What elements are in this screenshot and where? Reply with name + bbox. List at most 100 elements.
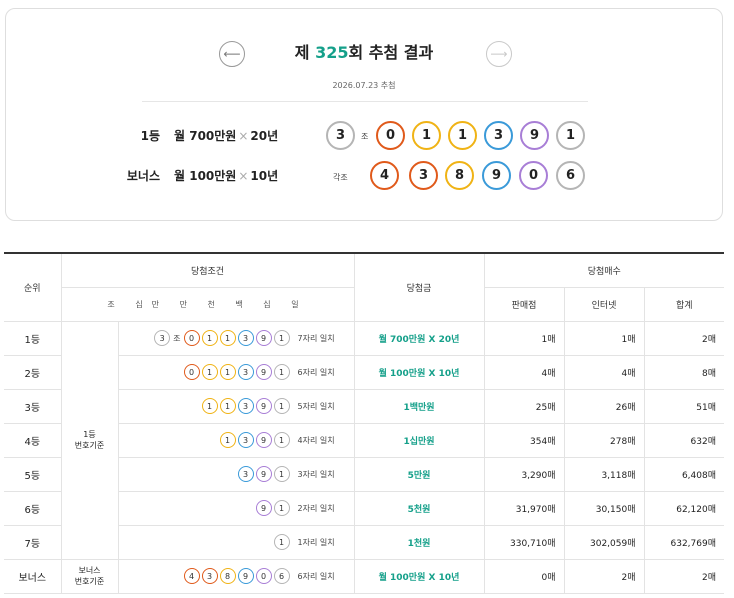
page-title: 제 325회 추첨 결과 — [6, 39, 722, 63]
number-ball: 1 — [201, 364, 218, 380]
rank-cell: 7등 — [4, 525, 61, 560]
header-store: 판매점 — [483, 287, 564, 322]
internet-count: 278매 — [563, 423, 644, 458]
number-ball: 9 — [255, 330, 272, 346]
basis-label: 1등 — [83, 430, 96, 439]
match-label: 5자리 일치 — [297, 401, 335, 411]
condition-balls: 1 1 3 9 1 5자리 일치 — [119, 398, 354, 414]
store-count: 330,710매 — [483, 525, 564, 560]
title-prefix: 제 — [294, 43, 316, 62]
times-sign: × — [238, 168, 249, 183]
internet-count: 26매 — [563, 389, 644, 424]
prize-table: 순위 당첨조건 당첨금 당첨매수 조 십만 만 천 백 십 일 판매점 인터넷 … — [4, 252, 724, 594]
draw-result-card: ⟵ 제 325회 추첨 결과 ⟶ 2026.07.23 추첨 1등 월 700만… — [5, 8, 723, 221]
condition-balls: 3 9 1 3자리 일치 — [119, 466, 354, 482]
win-ball: 1 — [448, 121, 477, 150]
bonus-ball: 0 — [519, 161, 548, 190]
number-ball: 1 — [273, 364, 290, 380]
number-ball: 1 — [273, 398, 290, 414]
rank-cell: 1등 — [4, 321, 61, 356]
condition-cell: 3 조 0 1 1 3 9 1 7자리 일치 — [117, 321, 354, 356]
win-ball: 0 — [376, 121, 405, 150]
condition-cell: 9 1 2자리 일치 — [117, 491, 354, 526]
number-ball: 1 — [201, 330, 218, 346]
table-row: 보너스 보너스 번호기준 4 3 8 9 0 6 6자리 일치 월 100만원 X 10년 0매 2매 2… — [4, 559, 724, 594]
number-ball: 3 — [237, 466, 254, 482]
store-count: 31,970매 — [483, 491, 564, 526]
condition-balls: 3 조 0 1 1 3 9 1 7자리 일치 — [119, 330, 354, 346]
draw-date: 2026.07.23 추첨 — [332, 81, 396, 90]
number-ball: 1 — [273, 466, 290, 482]
store-count: 3,290매 — [483, 457, 564, 492]
internet-count: 2매 — [563, 559, 644, 594]
bonus-prize-summary: 보너스 월 100만원 × 10년 — [100, 167, 278, 184]
header-internet: 인터넷 — [563, 287, 644, 322]
condition-cell: 1 1자리 일치 — [117, 525, 354, 560]
match-label: 6자리 일치 — [297, 571, 335, 581]
bonus-ball: 8 — [445, 161, 474, 190]
store-count: 25매 — [483, 389, 564, 424]
prize-cell: 월 700만원 X 20년 — [353, 321, 484, 356]
prize-cell: 월 100만원 X 10년 — [353, 559, 484, 594]
condition-balls: 1 3 9 1 4자리 일치 — [119, 432, 354, 448]
each-group-label: 각조 — [333, 173, 348, 182]
number-ball: 3 — [237, 330, 254, 346]
number-ball: 3 — [237, 432, 254, 448]
condition-cell: 3 9 1 3자리 일치 — [117, 457, 354, 492]
bonus-prize-rank: 보너스 — [126, 169, 160, 183]
number-ball: 1 — [219, 364, 236, 380]
number-ball: 1 — [219, 398, 236, 414]
prize-cell: 1백만원 — [353, 389, 484, 424]
total-count: 8매 — [643, 355, 724, 390]
store-count: 1매 — [483, 321, 564, 356]
right-arrow-icon: ⟶ — [490, 47, 508, 61]
number-ball: 8 — [219, 568, 236, 584]
match-label: 3자리 일치 — [297, 469, 335, 479]
bonus-prize-period: 10년 — [250, 169, 279, 183]
prize-cell: 5천원 — [353, 491, 484, 526]
condition-cell: 1 1 3 9 1 5자리 일치 — [117, 389, 354, 424]
match-label: 4자리 일치 — [297, 435, 335, 445]
condition-cell: 0 1 1 3 9 1 6자리 일치 — [117, 355, 354, 390]
win-ball: 9 — [520, 121, 549, 150]
bonus-ball: 4 — [370, 161, 399, 190]
rank-cell: 6등 — [4, 491, 61, 526]
rank-cell: 4등 — [4, 423, 61, 458]
internet-count: 1매 — [563, 321, 644, 356]
condition-balls: 1 1자리 일치 — [119, 534, 354, 550]
win-ball: 1 — [556, 121, 585, 150]
number-ball: 4 — [183, 568, 200, 584]
first-prize-rank: 1등 — [140, 129, 160, 143]
next-draw-button[interactable]: ⟶ — [486, 41, 512, 67]
match-label: 2자리 일치 — [297, 503, 335, 513]
number-ball: 1 — [273, 330, 290, 346]
win-ball: 1 — [412, 121, 441, 150]
rank-cell: 5등 — [4, 457, 61, 492]
first-prize-amount: 월 700만원 — [174, 129, 237, 143]
prize-cell: 5만원 — [353, 457, 484, 492]
condition-balls: 9 1 2자리 일치 — [119, 500, 354, 516]
number-ball: 1 — [201, 398, 218, 414]
match-label: 7자리 일치 — [297, 333, 335, 343]
condition-cell: 4 3 8 9 0 6 6자리 일치 — [117, 559, 354, 594]
basis-label: 보너스 — [78, 566, 101, 575]
basis-label: 번호기준 — [74, 441, 105, 450]
number-ball: 9 — [255, 398, 272, 414]
prize-cell: 월 100만원 X 10년 — [353, 355, 484, 390]
number-ball: 3 — [201, 568, 218, 584]
group-unit: 조 — [361, 132, 369, 141]
match-label: 6자리 일치 — [297, 367, 335, 377]
header-total: 합계 — [643, 287, 724, 322]
basis-cell: 1등번호기준 — [60, 321, 118, 560]
condition-cell: 1 3 9 1 4자리 일치 — [117, 423, 354, 458]
number-ball: 0 — [183, 364, 200, 380]
number-ball: 9 — [237, 568, 254, 584]
number-ball: 6 — [273, 568, 290, 584]
win-ball: 3 — [484, 121, 513, 150]
total-count: 2매 — [643, 559, 724, 594]
title-suffix: 회 추첨 결과 — [348, 43, 434, 62]
number-ball: 1 — [219, 330, 236, 346]
basis-cell: 보너스 번호기준 — [60, 559, 118, 594]
divider — [142, 101, 588, 102]
first-prize-period: 20년 — [250, 129, 279, 143]
